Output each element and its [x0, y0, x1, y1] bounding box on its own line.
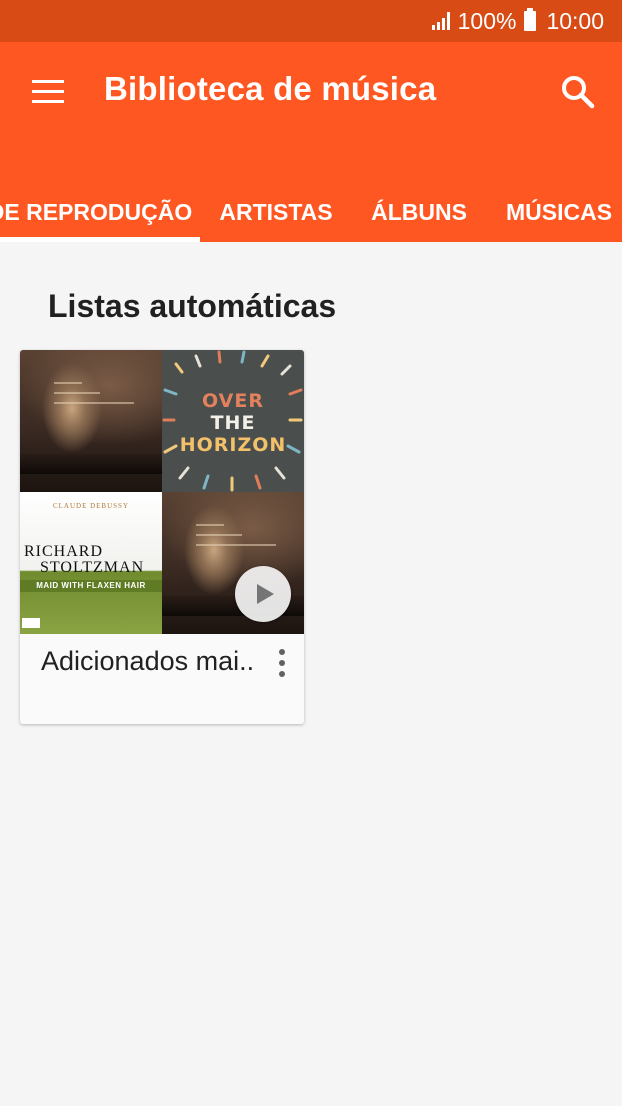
album-art-text: HORIZON	[179, 434, 287, 456]
tab-label: ARTISTAS	[219, 198, 333, 225]
album-art-text: MAID WITH FLAXEN HAIR	[20, 580, 162, 592]
search-icon[interactable]	[558, 72, 598, 112]
tab-playlists[interactable]: DE REPRODUÇÃO	[0, 182, 192, 242]
playlist-card[interactable]: OVER THE HORIZON CLAUDE DEBUSSY RICHARD …	[20, 350, 304, 724]
tab-bar: DE REPRODUÇÃO ARTISTAS ÁLBUNS MÚSICAS	[0, 182, 622, 242]
album-art-text: CLAUDE DEBUSSY	[52, 502, 130, 510]
tab-label: MÚSICAS	[505, 198, 613, 225]
album-art-piano	[20, 350, 162, 492]
battery-percent: 100%	[457, 7, 517, 34]
album-art-text: RICHARD	[24, 543, 104, 560]
status-indicators: 100% 10:00	[431, 0, 604, 42]
tab-songs[interactable]: MÚSICAS	[500, 182, 618, 242]
album-art-richard-stoltzman: CLAUDE DEBUSSY RICHARD STOLTZMAN MAID WI…	[20, 492, 162, 634]
more-vertical-icon[interactable]	[274, 649, 290, 679]
page-title: Biblioteca de música	[104, 70, 437, 107]
album-art-text: THE	[210, 412, 256, 434]
tab-albums[interactable]: ÁLBUNS	[366, 182, 472, 242]
status-bar: 100% 10:00	[0, 0, 622, 42]
label-logo	[22, 618, 40, 628]
selected-tab-indicator	[0, 237, 200, 242]
battery-icon	[524, 8, 537, 31]
playlist-title: Adicionados mai..	[41, 646, 255, 676]
clock: 10:00	[546, 7, 604, 34]
app-bar: Biblioteca de música DE REPRODUÇÃO ARTIS…	[0, 42, 622, 242]
tab-label: DE REPRODUÇÃO	[0, 198, 193, 225]
play-icon[interactable]	[235, 566, 291, 622]
tab-label: ÁLBUNS	[371, 198, 467, 225]
hamburger-menu-icon[interactable]	[32, 80, 64, 104]
section-title: Listas automáticas	[48, 288, 337, 324]
album-art-text: RICHARD STOLTZMAN	[24, 544, 144, 576]
signal-icon	[431, 12, 450, 30]
tab-artists[interactable]: ARTISTAS	[214, 182, 338, 242]
album-art-text: OVER	[202, 390, 264, 412]
album-art-over-the-horizon: OVER THE HORIZON	[162, 350, 304, 492]
album-art-text: STOLTZMAN	[40, 559, 145, 576]
